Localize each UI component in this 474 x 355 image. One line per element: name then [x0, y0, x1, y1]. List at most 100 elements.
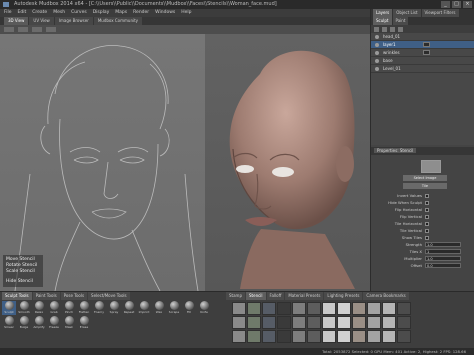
menu-display[interactable]: Display: [93, 9, 110, 17]
stencil-thumbnail[interactable]: [232, 330, 246, 343]
stencil-thumbnail[interactable]: [367, 302, 381, 315]
stencil-thumbnail[interactable]: [352, 302, 366, 315]
tile-horizontal-checkbox[interactable]: [425, 221, 429, 226]
layer-row[interactable]: layer1: [371, 41, 474, 49]
multiplier-field[interactable]: 1.0: [425, 256, 461, 261]
brush-relax[interactable]: Relax: [32, 301, 46, 315]
stencil-thumbnail[interactable]: [367, 316, 381, 329]
layer-row[interactable]: Level_01: [371, 65, 474, 73]
visibility-icon[interactable]: [375, 50, 379, 55]
flip-horizontal-checkbox[interactable]: [425, 207, 429, 212]
stencil-thumbnail[interactable]: [262, 316, 276, 329]
stencil-thumbnail[interactable]: [322, 330, 336, 343]
stencil-thumbnail[interactable]: [262, 302, 276, 315]
tile-vertical-checkbox[interactable]: [425, 228, 429, 233]
tab-stencil[interactable]: Stencil: [246, 292, 266, 300]
brush-foamy[interactable]: Foamy: [92, 301, 106, 315]
tab-3d-view[interactable]: 3D View: [4, 17, 29, 25]
stencil-thumbnail[interactable]: [397, 330, 411, 343]
stencil-thumbnail[interactable]: [337, 316, 351, 329]
visibility-icon[interactable]: [375, 42, 379, 47]
stencil-thumbnail[interactable]: [337, 330, 351, 343]
tab-lighting-presets[interactable]: Lighting Presets: [324, 292, 363, 300]
minimize-button[interactable]: _: [441, 1, 450, 8]
layer-row[interactable]: head_01: [371, 33, 474, 41]
brush-scrape[interactable]: Scrape: [167, 301, 181, 315]
hide-stencil-item[interactable]: Hide Stencil: [6, 279, 40, 285]
brush-erase[interactable]: Erase: [77, 316, 91, 330]
maximize-button[interactable]: □: [452, 1, 461, 8]
new-layer-icon[interactable]: [374, 26, 379, 32]
brush-knife[interactable]: Knife: [197, 301, 211, 315]
stencil-thumbnail[interactable]: [277, 330, 291, 343]
brush-wax[interactable]: Wax: [152, 301, 166, 315]
brush-mask[interactable]: Mask: [62, 316, 76, 330]
stencil-thumbnail[interactable]: [247, 302, 261, 315]
stencil-thumbnail[interactable]: [292, 330, 306, 343]
lighting-icon[interactable]: [32, 27, 42, 32]
tab-uv-view[interactable]: UV View: [29, 17, 54, 25]
stencil-thumbnail[interactable]: [337, 302, 351, 315]
visibility-icon[interactable]: [375, 58, 379, 63]
delete-layer-icon[interactable]: [390, 26, 395, 32]
brush-sculpt[interactable]: Sculpt: [2, 301, 16, 315]
stencil-thumbnail[interactable]: [322, 316, 336, 329]
select-image-button[interactable]: Select Image: [403, 175, 447, 181]
menu-file[interactable]: File: [4, 9, 12, 17]
stencil-thumbnail[interactable]: [382, 316, 396, 329]
flip-vertical-checkbox[interactable]: [425, 214, 429, 219]
head-model-view[interactable]: [205, 34, 370, 291]
tab-mudbox-community[interactable]: Mudbox Community: [93, 17, 143, 25]
menu-edit[interactable]: Edit: [18, 9, 27, 17]
stencil-thumbnail[interactable]: [322, 302, 336, 315]
stencil-thumbnail[interactable]: [247, 330, 261, 343]
tab-paint-layers[interactable]: Paint: [392, 17, 409, 25]
camera-icon[interactable]: [4, 27, 14, 32]
menu-curves[interactable]: Curves: [71, 9, 87, 17]
close-button[interactable]: ×: [463, 1, 472, 8]
3d-viewport[interactable]: Move Stencil Rotate Stencil Scale Stenci…: [0, 25, 370, 291]
stencil-thumbnail[interactable]: [292, 316, 306, 329]
tab-falloff[interactable]: Falloff: [266, 292, 285, 300]
duplicate-layer-icon[interactable]: [382, 26, 387, 32]
brush-pinch[interactable]: Pinch: [62, 301, 76, 315]
tiles-field[interactable]: 1: [425, 249, 461, 254]
brush-spray[interactable]: Spray: [107, 301, 121, 315]
tab-object-list[interactable]: Object List: [393, 9, 421, 17]
tab-paint-tools[interactable]: Paint Tools: [32, 292, 60, 300]
tab-select-move-tools[interactable]: Select/Move Tools: [88, 292, 130, 300]
stencil-thumbnail[interactable]: [352, 330, 366, 343]
layer-row[interactable]: wrinkles: [371, 49, 474, 57]
menu-mesh[interactable]: Mesh: [53, 9, 65, 17]
visibility-icon[interactable]: [375, 34, 379, 39]
brush-amplify[interactable]: Amplify: [32, 316, 46, 330]
tab-pose-tools[interactable]: Pose Tools: [60, 292, 88, 300]
menu-create[interactable]: Create: [32, 9, 47, 17]
brush-bulge[interactable]: Bulge: [17, 316, 31, 330]
stencil-thumbnail[interactable]: [277, 316, 291, 329]
show-tiles-checkbox[interactable]: [425, 235, 429, 240]
stencil-thumbnail[interactable]: [382, 330, 396, 343]
brush-freeze[interactable]: Freeze: [47, 316, 61, 330]
stencil-thumbnail[interactable]: [397, 316, 411, 329]
tab-material-presets[interactable]: Material Presets: [285, 292, 324, 300]
brush-flatten[interactable]: Flatten: [77, 301, 91, 315]
stencil-overlay[interactable]: Move Stencil Rotate Stencil Scale Stenci…: [0, 34, 205, 291]
tab-image-browser[interactable]: Image Browser: [54, 17, 93, 25]
menu-help[interactable]: Help: [181, 9, 191, 17]
stencil-thumbnail[interactable]: [307, 316, 321, 329]
stencil-thumbnail[interactable]: [232, 302, 246, 315]
wireframe-icon[interactable]: [18, 27, 28, 32]
layer-options-icon[interactable]: [398, 26, 403, 32]
invert-checkbox[interactable]: [425, 193, 429, 198]
brush-repeat[interactable]: Repeat: [122, 301, 136, 315]
strength-field[interactable]: 1.0: [425, 242, 461, 247]
tab-sculpt-tools[interactable]: Sculpt Tools: [2, 292, 32, 300]
tab-sculpt-layers[interactable]: Sculpt: [373, 17, 392, 25]
menu-render[interactable]: Render: [133, 9, 149, 17]
stencil-thumbnail[interactable]: [262, 330, 276, 343]
stencil-thumbnail[interactable]: [367, 330, 381, 343]
brush-smear[interactable]: Smear: [2, 316, 16, 330]
tab-stamp[interactable]: Stamp: [226, 292, 245, 300]
stencil-thumbnail[interactable]: [397, 302, 411, 315]
